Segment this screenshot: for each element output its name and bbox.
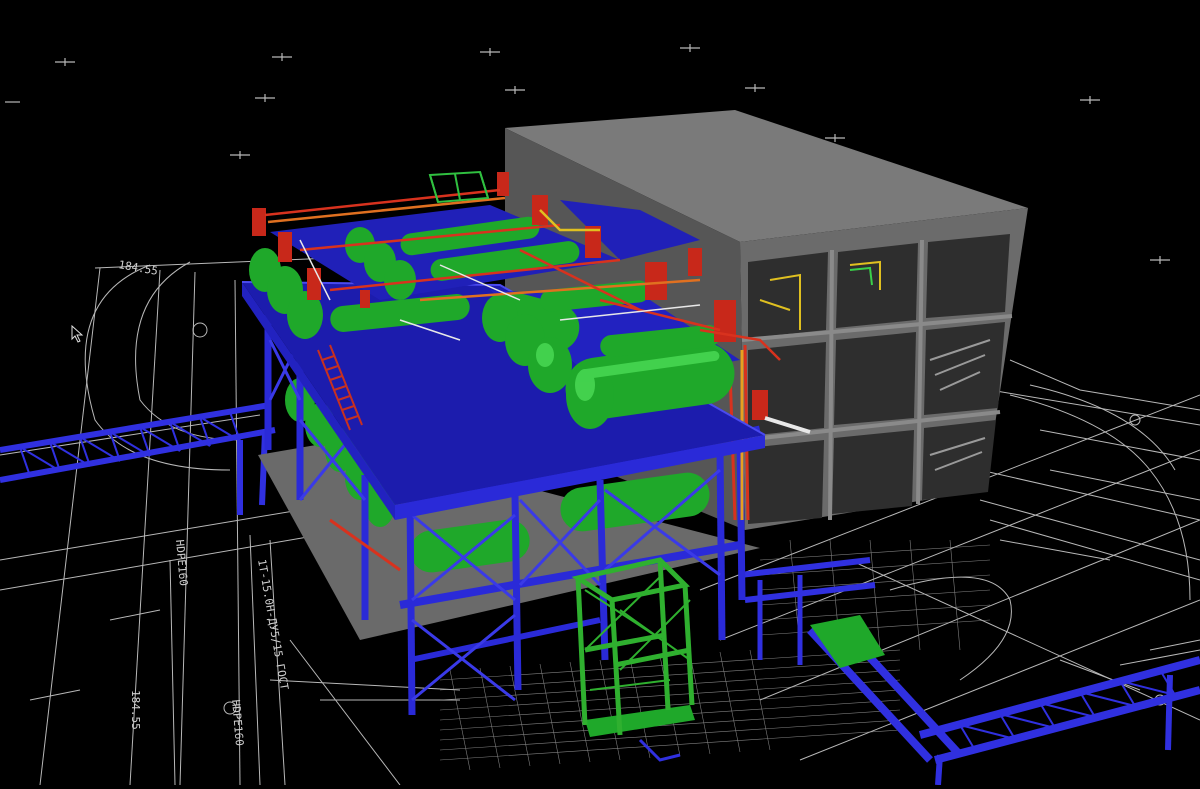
- process-structure[interactable]: [241, 170, 781, 716]
- pipe-spec-label: HDPE160: [173, 539, 190, 586]
- elevation-label: 184.55: [129, 690, 142, 730]
- pipe-spec-label: HDPE160: [229, 699, 246, 746]
- scene-canvas[interactable]: 184.55 184.55 HDPE160 HDPE160 1Т-15.0H-Д…: [0, 0, 1200, 786]
- 3d-model-viewport[interactable]: 184.55 184.55 HDPE160 HDPE160 1Т-15.0H-Д…: [0, 0, 1200, 786]
- arrow-cursor-icon: [71, 325, 84, 343]
- elevation-label: 184.55: [117, 258, 158, 278]
- green-steel-frame[interactable]: [571, 557, 695, 762]
- drawing-note-label: 1Т-15.0H-ДУ5/15 ГОСТ: [255, 558, 291, 691]
- pipe-rack-left[interactable]: [0, 402, 276, 515]
